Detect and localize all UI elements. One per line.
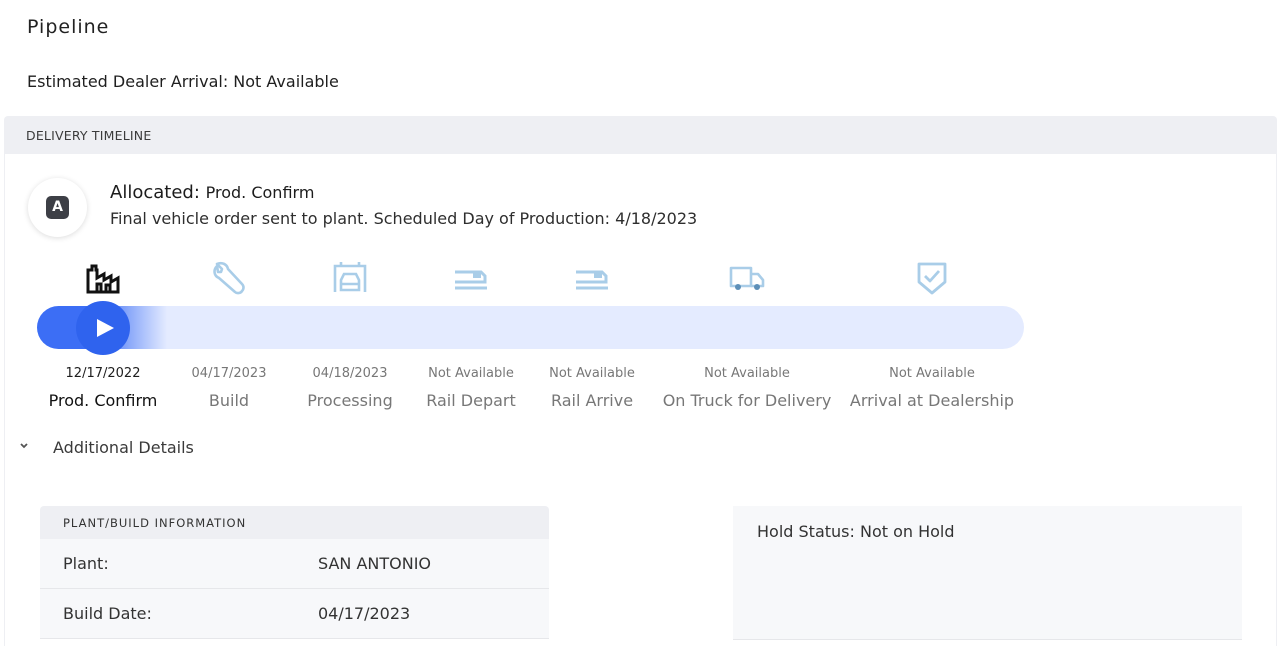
plant-build-title: PLANT/BUILD INFORMATION [63,516,247,530]
build-date-label: Build Date: [63,604,152,623]
rail-car-icon [502,258,682,298]
plant-build-card: PLANT/BUILD INFORMATION Plant: SAN ANTON… [40,506,549,646]
estimated-arrival: Estimated Dealer Arrival: Not Available [27,72,339,91]
stage-name-arrival: Arrival at Dealership [849,391,1015,410]
status-heading: Allocated: Prod. Confirm [110,182,314,203]
hold-status-card: Hold Status: Not on Hold [733,506,1242,640]
status-badge-letter: A [46,196,69,219]
status-description: Final vehicle order sent to plant. Sched… [110,209,698,228]
status-label: Allocated: [110,182,200,203]
plant-value: SAN ANTONIO [318,554,432,573]
stage-date-arrival: Not Available [889,366,975,381]
build-date-value: 04/17/2023 [318,604,411,623]
build-date-row: Build Date: 04/17/2023 [40,589,549,639]
progress-track [37,306,1024,349]
delivery-timeline-title: DELIVERY TIMELINE [26,128,152,143]
status-stage: Prod. Confirm [205,183,315,202]
plant-row: Plant: SAN ANTONIO [40,539,549,589]
page-title: Pipeline [27,16,110,38]
status-badge: A [28,178,87,237]
stage-date-rail-arrive: Not Available [549,366,635,381]
additional-details-label: Additional Details [53,438,194,457]
delivery-timeline-header: DELIVERY TIMELINE [4,116,1277,154]
truck-icon [657,258,837,298]
play-button[interactable] [76,301,130,355]
stage-name-on-truck: On Truck for Delivery [662,391,832,410]
shield-check-icon [842,258,1022,298]
plant-label: Plant: [63,554,109,573]
plant-build-header: PLANT/BUILD INFORMATION [40,506,549,539]
stage-date-on-truck: Not Available [704,366,790,381]
play-icon [97,319,114,337]
hold-status-text: Hold Status: Not on Hold [757,522,955,541]
chevron-down-icon [20,443,28,449]
